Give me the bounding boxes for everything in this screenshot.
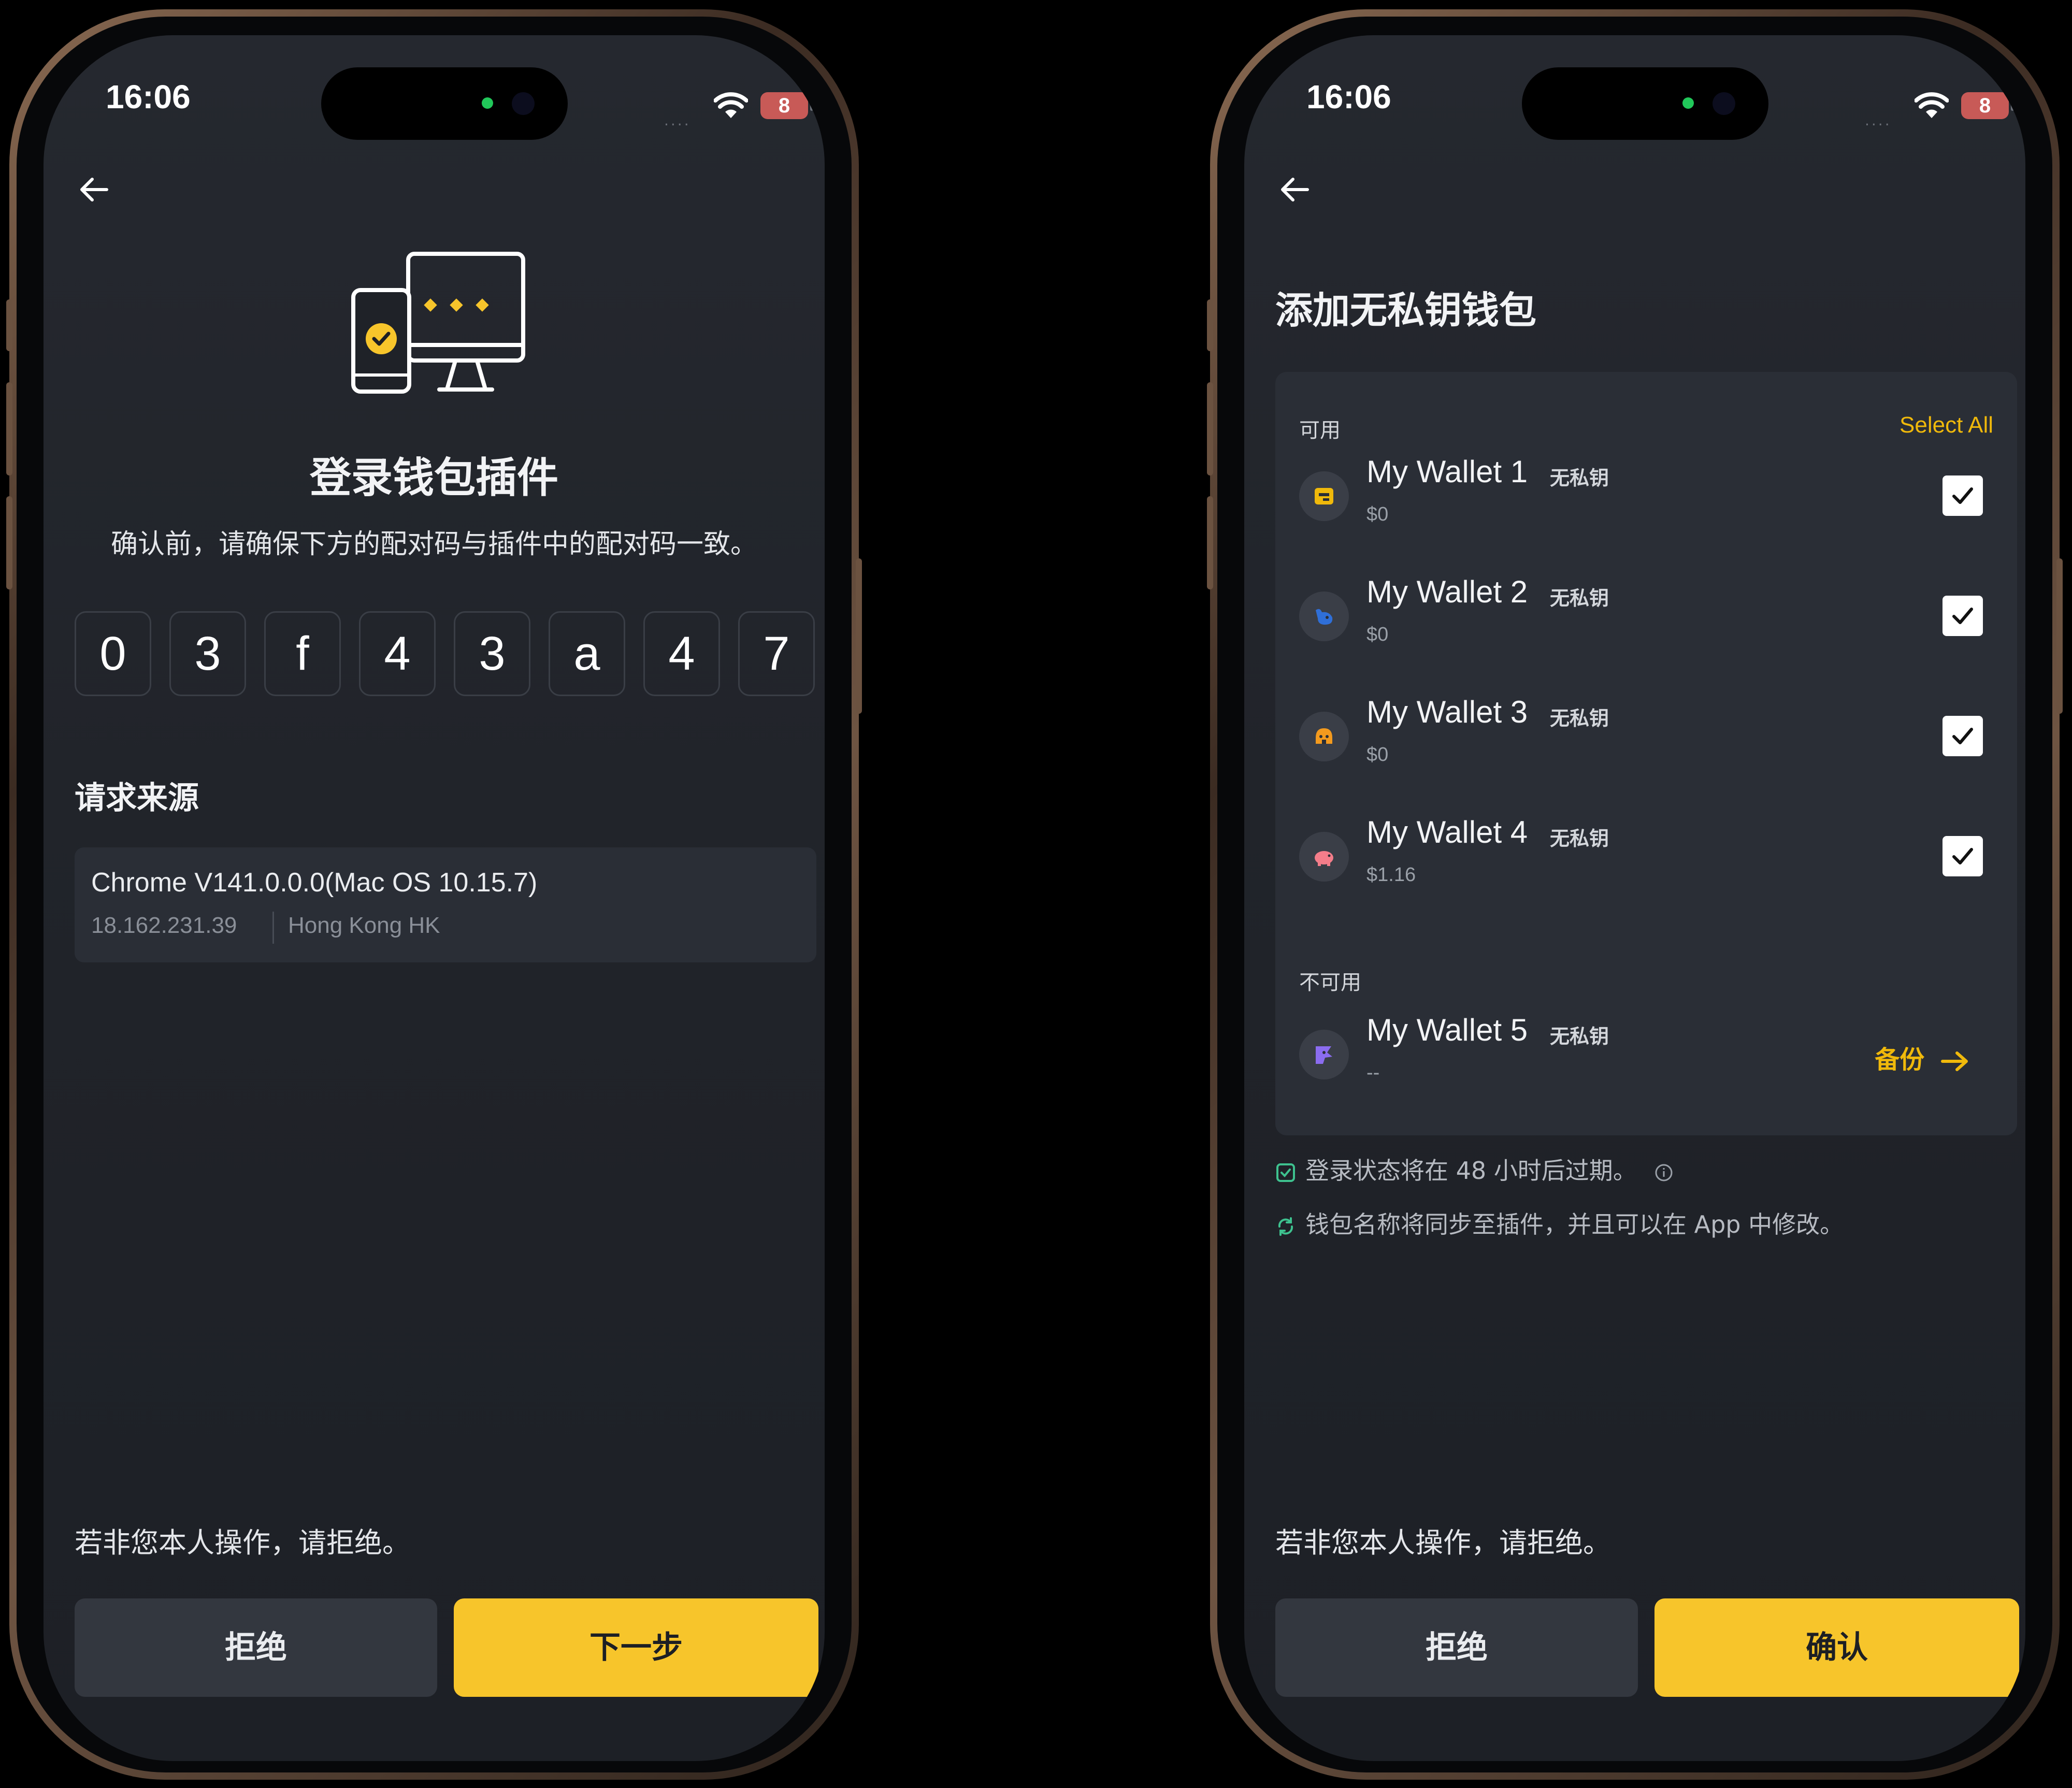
- dynamic-island: [1522, 67, 1768, 140]
- screen-login-plugin: 16:06 .... 8 登录钱包插件 确认前，请确保下方的配对码与插件中的配对…: [44, 35, 825, 1761]
- wallet-icon-orange: [1299, 712, 1349, 761]
- check-icon: [1952, 608, 1973, 624]
- no-key-tag: 无私钥: [1550, 467, 1609, 489]
- ip-address: 18.162.231.39: [91, 913, 237, 938]
- wallet-name: My Wallet 3: [1366, 695, 1528, 729]
- wallet-name: My Wallet 5: [1366, 1013, 1528, 1047]
- wallet-checkbox[interactable]: [1942, 716, 1983, 756]
- request-source-card: Chrome V141.0.0.0(Mac OS 10.15.7) 18.162…: [75, 847, 816, 962]
- battery-icon: 8: [1961, 92, 2009, 119]
- sync-icon: [1278, 1217, 1293, 1236]
- backup-link[interactable]: 备份: [1875, 1039, 1969, 1075]
- shield-check-icon: [1276, 1163, 1295, 1182]
- expire-note: 登录状态将在 48 小时后过期。: [1275, 1152, 1673, 1186]
- back-arrow-icon[interactable]: [75, 169, 116, 210]
- code-digit: f: [264, 611, 341, 696]
- battery-tip: [2011, 100, 2014, 111]
- wallet-checkbox[interactable]: [1942, 596, 1983, 636]
- code-digit: 3: [454, 611, 530, 696]
- side-button: [1207, 299, 1213, 351]
- check-icon: [1952, 487, 1973, 504]
- wallet-icon-yellow: [1299, 471, 1349, 521]
- code-digit: a: [549, 611, 625, 696]
- check-icon: [1952, 728, 1973, 744]
- phone-frame-right: 16:06 .... 8 添加无私钥钱包 可用 Select All My Wa…: [1207, 9, 2063, 1780]
- status-time: 16:06: [106, 78, 191, 116]
- reject-button[interactable]: 拒绝: [75, 1598, 437, 1697]
- no-key-tag: 无私钥: [1550, 827, 1609, 850]
- volume-down-button: [6, 496, 12, 589]
- wallet-icon-blue: [1299, 592, 1349, 641]
- available-label: 可用: [1299, 419, 1341, 442]
- wallet-icon-pink: [1299, 832, 1349, 882]
- arrow-right-icon: [1941, 1051, 1968, 1071]
- dynamic-island: [321, 67, 568, 140]
- browser-info: Chrome V141.0.0.0(Mac OS 10.15.7): [91, 868, 538, 898]
- wifi-icon: [1915, 92, 1949, 118]
- next-button[interactable]: 下一步: [454, 1598, 818, 1697]
- wallet-balance: $0: [1366, 503, 1389, 525]
- volume-up-button: [6, 382, 12, 475]
- wallet-list-card: 可用 Select All My Wallet 1 无私钥 $0 My Wall…: [1275, 372, 2017, 1135]
- no-key-tag: 无私钥: [1550, 707, 1609, 730]
- wallet-checkbox[interactable]: [1942, 836, 1983, 876]
- wallet-icon-purple: [1299, 1030, 1349, 1079]
- signal-icon: ....: [1865, 112, 1892, 129]
- no-key-tag: 无私钥: [1550, 587, 1609, 610]
- wifi-icon: [714, 92, 748, 118]
- page-title: 登录钱包插件: [310, 454, 558, 502]
- device-pairing-icon: [351, 252, 525, 394]
- volume-down-button: [1207, 496, 1213, 589]
- no-key-tag: 无私钥: [1550, 1025, 1609, 1048]
- info-icon[interactable]: [1654, 1163, 1673, 1182]
- wallet-row[interactable]: My Wallet 1 无私钥 $0: [1299, 449, 1993, 552]
- wallet-name: My Wallet 1: [1366, 454, 1528, 489]
- wallet-row[interactable]: My Wallet 4 无私钥 $1.16: [1299, 809, 1993, 913]
- select-all-button[interactable]: Select All: [1900, 412, 1993, 438]
- sync-note: 钱包名称将同步至插件，并且可以在 App 中修改。: [1275, 1206, 1844, 1240]
- wallet-balance: $0: [1366, 744, 1389, 766]
- wallet-balance: $1.16: [1366, 864, 1416, 886]
- side-button: [6, 299, 12, 351]
- wallet-balance: --: [1366, 1062, 1380, 1084]
- expire-note-text: 登录状态将在 48 小时后过期。: [1305, 1157, 1637, 1185]
- warning-text: 若非您本人操作，请拒绝。: [75, 1526, 410, 1559]
- wallet-row[interactable]: My Wallet 3 无私钥 $0: [1299, 689, 1993, 792]
- page-title: 添加无私钥钱包: [1275, 289, 1537, 332]
- wallet-name: My Wallet 4: [1366, 815, 1528, 849]
- backup-label: 备份: [1875, 1045, 1925, 1074]
- power-button: [856, 558, 862, 714]
- wallet-checkbox[interactable]: [1942, 475, 1983, 516]
- code-digit: 7: [738, 611, 815, 696]
- battery-tip: [810, 100, 813, 111]
- check-icon: [1952, 848, 1973, 864]
- instruction-text: 确认前，请确保下方的配对码与插件中的配对码一致。: [110, 529, 757, 560]
- wallet-row-unavailable: My Wallet 5 无私钥 -- 备份: [1299, 1007, 1993, 1111]
- source-heading: 请求来源: [75, 780, 199, 816]
- wallet-row[interactable]: My Wallet 2 无私钥 $0: [1299, 569, 1993, 672]
- reject-button[interactable]: 拒绝: [1275, 1598, 1638, 1697]
- wallet-balance: $0: [1366, 624, 1389, 645]
- code-digit: 4: [359, 611, 436, 696]
- battery-icon: 8: [760, 92, 808, 119]
- phone-frame-left: 16:06 .... 8 登录钱包插件 确认前，请确保下方的配对码与插件中的配对…: [6, 9, 862, 1780]
- confirm-button[interactable]: 确认: [1654, 1598, 2019, 1697]
- code-digit: 4: [643, 611, 720, 696]
- code-digit: 3: [169, 611, 246, 696]
- unavailable-label: 不可用: [1299, 971, 1361, 994]
- divider: [272, 912, 274, 944]
- back-arrow-icon[interactable]: [1275, 169, 1317, 210]
- location: Hong Kong HK: [288, 913, 440, 938]
- code-digit: 0: [75, 611, 151, 696]
- sync-note-text: 钱包名称将同步至插件，并且可以在 App 中修改。: [1305, 1210, 1844, 1238]
- wallet-name: My Wallet 2: [1366, 574, 1528, 609]
- signal-icon: ....: [664, 112, 691, 129]
- status-time: 16:06: [1306, 78, 1391, 116]
- screen-add-wallet: 16:06 .... 8 添加无私钥钱包 可用 Select All My Wa…: [1244, 35, 2025, 1761]
- pairing-code: 0 3 f 4 3 a 4 7: [75, 611, 816, 696]
- warning-text: 若非您本人操作，请拒绝。: [1275, 1526, 1611, 1559]
- volume-up-button: [1207, 382, 1213, 475]
- power-button: [2056, 558, 2063, 714]
